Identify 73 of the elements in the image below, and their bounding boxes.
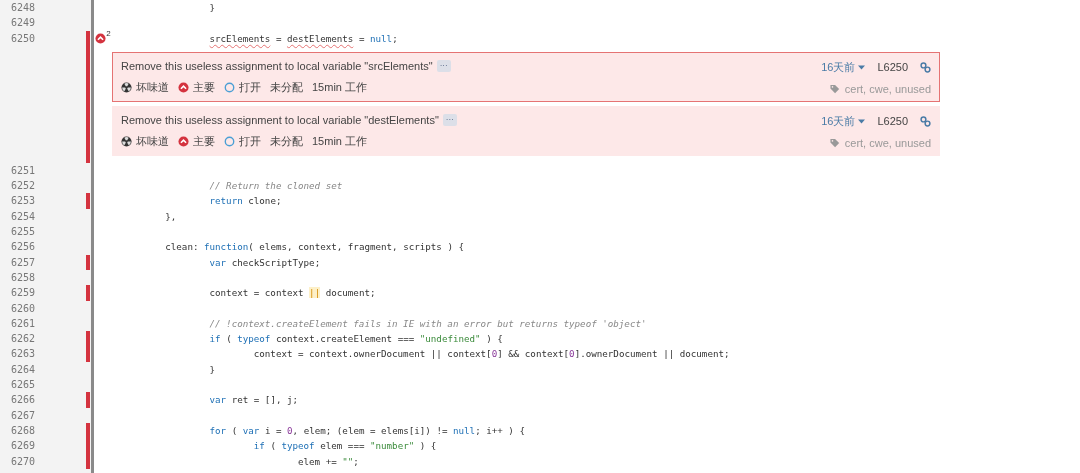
code-line: if ( typeof elem === "number" ) {: [253, 440, 437, 452]
code-line: context = context || document;: [209, 287, 376, 299]
issue-card[interactable]: Remove this useless assignment to local variable "destElements" ··· 坏味道 主要 打开 未分配 15min 工作 16天前 L6250 cert, cwe, unused: [112, 105, 940, 156]
code-line: context = context.ownerDocument || context[0] && context[0].ownerDocument || document;: [253, 348, 730, 360]
line-number: 6248: [10, 1, 37, 15]
line-number: 6258: [10, 270, 37, 285]
line-number: 6269: [10, 439, 37, 454]
issue-count: 2: [106, 28, 111, 38]
code-line: for ( var i = 0, elem; (elem = elems[i]) != null; i++ ) {: [209, 424, 525, 436]
link-icon[interactable]: [920, 115, 931, 127]
issue-message[interactable]: Remove this useless assignment to local variable "destElements": [121, 113, 439, 126]
line-number: 6257: [10, 255, 37, 270]
chevron-up-icon: [178, 81, 189, 93]
line-number: 6264: [10, 362, 37, 377]
issue-status[interactable]: 打开: [239, 133, 261, 149]
code-line: return clone;: [209, 195, 282, 207]
issue-severity[interactable]: 主要: [193, 79, 215, 95]
line-number: 6268: [10, 423, 37, 438]
tag-icon: [829, 137, 841, 148]
radiation-icon: [121, 135, 132, 147]
issue-effort: 15min 工作: [312, 133, 368, 149]
more-button[interactable]: ···: [436, 59, 451, 72]
line-number: 6260: [10, 301, 37, 316]
line-number: 6259: [10, 286, 37, 301]
issue-type[interactable]: 坏味道: [136, 133, 169, 149]
line-number: 6252: [10, 179, 37, 194]
code-line: },: [165, 210, 177, 222]
issue-assignee[interactable]: 未分配: [270, 79, 303, 95]
code-line: srcElements = destElements = null;: [209, 32, 398, 44]
caret-icon: [858, 118, 866, 124]
line-number: 6254: [10, 209, 37, 224]
caret-icon: [858, 64, 866, 70]
line-reference[interactable]: L6250: [877, 61, 908, 74]
issue-age[interactable]: 16天前: [821, 113, 866, 129]
line-number: 6262: [10, 332, 37, 347]
line-number: 6250: [10, 31, 37, 46]
link-icon[interactable]: [920, 61, 931, 73]
line-number: 6249: [10, 16, 37, 31]
issue-age[interactable]: 16天前: [821, 59, 866, 75]
line-number: 6265: [10, 378, 37, 393]
code-line: }: [209, 2, 216, 13]
line-number: 6256: [10, 240, 37, 255]
tag-icon: [829, 83, 841, 94]
code-line: elem += "";: [298, 455, 359, 467]
code-line: var ret = [], j;: [209, 394, 299, 406]
line-number: 6261: [10, 316, 37, 331]
line-number: 6270: [10, 454, 37, 469]
code-line: var checkScriptType;: [209, 256, 321, 268]
issue-assignee[interactable]: 未分配: [270, 133, 303, 149]
line-number: 6263: [10, 347, 37, 362]
issue-type[interactable]: 坏味道: [136, 79, 169, 95]
chevron-up-icon: [178, 135, 189, 147]
circle-icon: [224, 135, 235, 147]
issue-severity[interactable]: 主要: [193, 133, 215, 149]
issue-card[interactable]: Remove this useless assignment to local variable "srcElements" ··· 坏味道 主要 打开 未分配 15min 工作 16天前 L6250 cert, cwe, unused: [112, 51, 940, 102]
issue-effort: 15min 工作: [312, 79, 368, 95]
code-line: }: [209, 363, 216, 375]
code-line: // Return the cloned set: [209, 180, 343, 192]
line-number: 6251: [10, 163, 37, 178]
line-number: 6267: [10, 408, 37, 423]
line-number: 6255: [10, 225, 37, 240]
more-button[interactable]: ···: [442, 113, 457, 126]
chevron-up-icon[interactable]: [95, 32, 107, 44]
radiation-icon: [121, 81, 132, 93]
code-line: if ( typeof context.createElement === "undefined" ) {: [209, 333, 503, 345]
line-reference[interactable]: L6250: [877, 115, 908, 128]
line-number: 6253: [10, 194, 37, 209]
line-number: 6266: [10, 393, 37, 408]
issue-message[interactable]: Remove this useless assignment to local variable "srcElements": [121, 59, 433, 72]
issue-status[interactable]: 打开: [239, 79, 261, 95]
code-line: // !context.createElement fails in IE with an error but returns typeof 'object': [209, 317, 647, 329]
circle-icon: [224, 81, 235, 93]
code-line: clean: function( elems, context, fragment, scripts ) {: [165, 241, 464, 253]
